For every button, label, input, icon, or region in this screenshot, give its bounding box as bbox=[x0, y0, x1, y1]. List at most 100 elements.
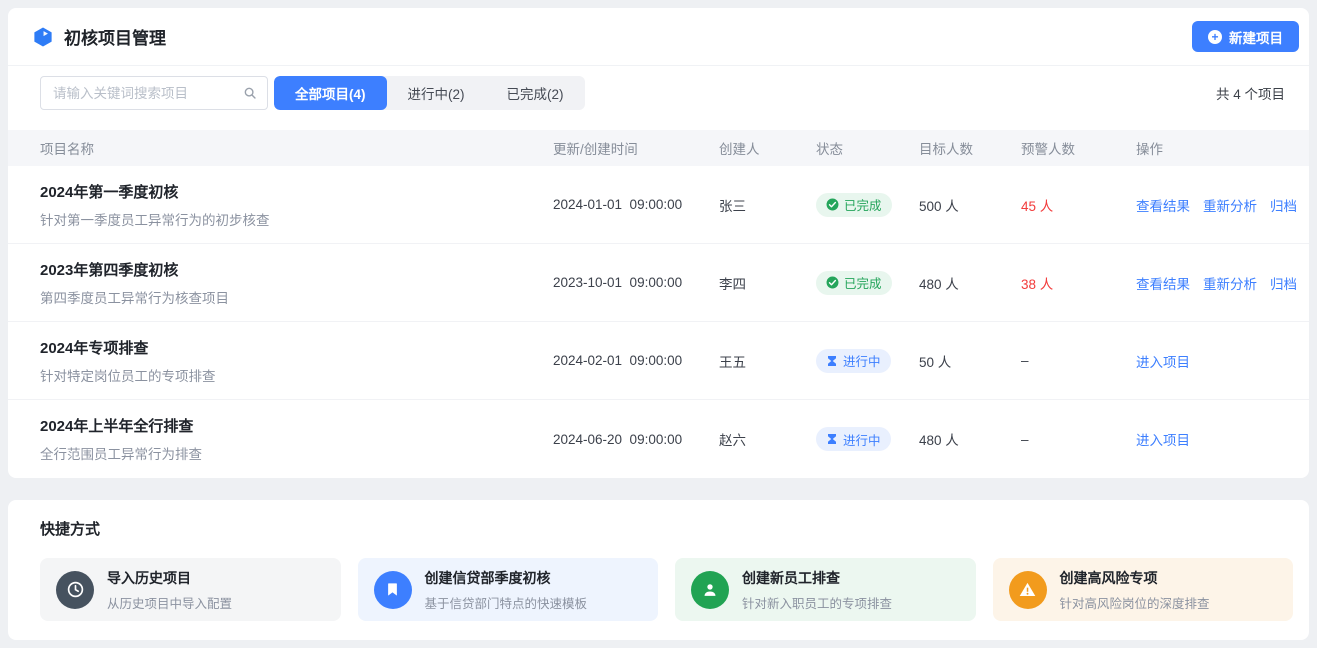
status-badge: 进行中 bbox=[816, 349, 891, 373]
shortcuts-panel: 快捷方式 导入历史项目 从历史项目中导入配置 bbox=[8, 500, 1309, 640]
shortcut-text: 创建新员工排查 针对新入职员工的专项排查 bbox=[742, 568, 892, 612]
tab-2[interactable]: 已完成(2) bbox=[486, 76, 585, 110]
new-project-label: 新建项目 bbox=[1229, 27, 1283, 47]
project-name-cell: 2023年第四季度初核 第四季度员工异常行为核查项目 bbox=[40, 259, 553, 307]
shortcut-desc: 从历史项目中导入配置 bbox=[107, 593, 232, 612]
shortcut-title: 创建新员工排查 bbox=[742, 568, 892, 588]
total-count: 共 4 个项目 bbox=[1216, 83, 1285, 103]
status-label: 进行中 bbox=[843, 430, 881, 449]
project-time: 2024-01-01 09:00:00 bbox=[553, 197, 719, 212]
project-name: 2024年上半年全行排查 bbox=[40, 415, 553, 436]
shortcut-icon-disc bbox=[691, 571, 729, 609]
project-name-cell: 2024年第一季度初核 针对第一季度员工异常行为的初步核查 bbox=[40, 181, 553, 229]
status-cell: 进行中 bbox=[816, 427, 919, 451]
column-header-3: 状态 bbox=[816, 138, 919, 158]
shortcut-text: 创建信贷部季度初核 基于信贷部门特点的快速模板 bbox=[425, 568, 588, 612]
warning-count: – bbox=[1021, 432, 1136, 447]
project-creator: 李四 bbox=[719, 273, 816, 293]
action-link[interactable]: 进入项目 bbox=[1136, 351, 1190, 371]
plus-icon: + bbox=[1208, 30, 1222, 44]
shortcut-title: 创建信贷部季度初核 bbox=[425, 568, 588, 588]
project-time: 2023-10-01 09:00:00 bbox=[553, 275, 719, 290]
title-bar: 初核项目管理 + 新建项目 bbox=[8, 8, 1309, 66]
project-description: 针对第一季度员工异常行为的初步核查 bbox=[40, 209, 553, 229]
shortcut-text: 创建高风险专项 针对高风险岗位的深度排查 bbox=[1060, 568, 1210, 612]
actions-cell: 进入项目 bbox=[1136, 351, 1309, 371]
column-header-6: 操作 bbox=[1136, 138, 1309, 158]
status-label: 已完成 bbox=[844, 273, 882, 292]
column-header-0: 项目名称 bbox=[40, 138, 553, 158]
action-link[interactable]: 归档 bbox=[1270, 195, 1297, 215]
action-link[interactable]: 查看结果 bbox=[1136, 195, 1190, 215]
search-icon bbox=[243, 86, 257, 100]
shortcut-desc: 基于信贷部门特点的快速模板 bbox=[425, 593, 588, 612]
project-name: 2023年第四季度初核 bbox=[40, 259, 553, 280]
status-cell: 进行中 bbox=[816, 349, 919, 373]
clock-icon bbox=[66, 580, 85, 599]
action-link[interactable]: 重新分析 bbox=[1203, 273, 1257, 293]
search-box[interactable] bbox=[40, 76, 268, 110]
table-row: 2023年第四季度初核 第四季度员工异常行为核查项目 2023-10-01 09… bbox=[8, 244, 1309, 322]
action-link[interactable]: 重新分析 bbox=[1203, 195, 1257, 215]
shortcut-card[interactable]: 导入历史项目 从历史项目中导入配置 bbox=[40, 558, 341, 621]
shortcut-title: 创建高风险专项 bbox=[1060, 568, 1210, 588]
shortcut-title: 导入历史项目 bbox=[107, 568, 232, 588]
hourglass-icon bbox=[826, 355, 838, 367]
action-link[interactable]: 归档 bbox=[1270, 273, 1297, 293]
table-row: 2024年第一季度初核 针对第一季度员工异常行为的初步核查 2024-01-01… bbox=[8, 166, 1309, 244]
status-cell: 已完成 bbox=[816, 271, 919, 295]
table-row: 2024年上半年全行排查 全行范围员工异常行为排查 2024-06-20 09:… bbox=[8, 400, 1309, 478]
status-label: 已完成 bbox=[844, 195, 882, 214]
action-link[interactable]: 查看结果 bbox=[1136, 273, 1190, 293]
shortcut-desc: 针对新入职员工的专项排查 bbox=[742, 593, 892, 612]
warning-count: – bbox=[1021, 353, 1136, 368]
target-count: 500 人 bbox=[919, 195, 1021, 215]
project-description: 全行范围员工异常行为排查 bbox=[40, 443, 553, 463]
table-row: 2024年专项排查 针对特定岗位员工的专项排查 2024-02-01 09:00… bbox=[8, 322, 1309, 400]
project-name-cell: 2024年上半年全行排查 全行范围员工异常行为排查 bbox=[40, 415, 553, 463]
project-time: 2024-06-20 09:00:00 bbox=[553, 432, 719, 447]
status-label: 进行中 bbox=[843, 351, 881, 370]
status-badge: 已完成 bbox=[816, 271, 892, 295]
shortcut-card[interactable]: 创建新员工排查 针对新入职员工的专项排查 bbox=[675, 558, 976, 621]
shortcut-row: 导入历史项目 从历史项目中导入配置 创建信贷部季度初核 基于信贷部门特点的快速模 bbox=[40, 558, 1293, 621]
search-input[interactable] bbox=[53, 86, 243, 101]
project-description: 针对特定岗位员工的专项排查 bbox=[40, 365, 553, 385]
target-count: 50 人 bbox=[919, 351, 1021, 371]
warning-icon bbox=[1019, 581, 1036, 598]
shortcut-icon-disc bbox=[374, 571, 412, 609]
status-cell: 已完成 bbox=[816, 193, 919, 217]
shortcut-card[interactable]: 创建高风险专项 针对高风险岗位的深度排查 bbox=[993, 558, 1294, 621]
target-count: 480 人 bbox=[919, 429, 1021, 449]
table-header-row: 项目名称更新/创建时间创建人状态目标人数预警人数操作 bbox=[8, 130, 1309, 166]
shortcut-card[interactable]: 创建信贷部季度初核 基于信贷部门特点的快速模板 bbox=[358, 558, 659, 621]
column-header-4: 目标人数 bbox=[919, 138, 1021, 158]
project-description: 第四季度员工异常行为核查项目 bbox=[40, 287, 553, 307]
column-header-1: 更新/创建时间 bbox=[553, 138, 719, 158]
project-name: 2024年第一季度初核 bbox=[40, 181, 553, 202]
actions-cell: 查看结果重新分析归档 bbox=[1136, 195, 1309, 215]
page-title: 初核项目管理 bbox=[64, 24, 166, 49]
status-badge: 已完成 bbox=[816, 193, 892, 217]
project-name: 2024年专项排查 bbox=[40, 337, 553, 358]
cube-icon bbox=[32, 26, 54, 48]
table-body: 2024年第一季度初核 针对第一季度员工异常行为的初步核查 2024-01-01… bbox=[8, 166, 1309, 478]
status-badge: 进行中 bbox=[816, 427, 891, 451]
project-name-cell: 2024年专项排查 针对特定岗位员工的专项排查 bbox=[40, 337, 553, 385]
new-project-button[interactable]: + 新建项目 bbox=[1192, 21, 1299, 52]
shortcut-icon-disc bbox=[1009, 571, 1047, 609]
target-count: 480 人 bbox=[919, 273, 1021, 293]
filter-row: 全部项目(4)进行中(2)已完成(2) 共 4 个项目 bbox=[8, 66, 1309, 110]
bookmark-icon bbox=[385, 582, 400, 597]
tab-0[interactable]: 全部项目(4) bbox=[274, 76, 387, 110]
user-icon bbox=[702, 582, 718, 598]
check-circle-icon bbox=[826, 198, 839, 211]
check-circle-icon bbox=[826, 276, 839, 289]
action-link[interactable]: 进入项目 bbox=[1136, 429, 1190, 449]
column-header-5: 预警人数 bbox=[1021, 138, 1136, 158]
tab-1[interactable]: 进行中(2) bbox=[387, 76, 486, 110]
project-creator: 赵六 bbox=[719, 429, 816, 449]
warning-count: 38 人 bbox=[1021, 273, 1136, 293]
projects-panel: 初核项目管理 + 新建项目 全部项目(4)进行中(2)已完成(2) 共 4 个项… bbox=[8, 8, 1309, 478]
tab-group: 全部项目(4)进行中(2)已完成(2) bbox=[274, 76, 585, 110]
